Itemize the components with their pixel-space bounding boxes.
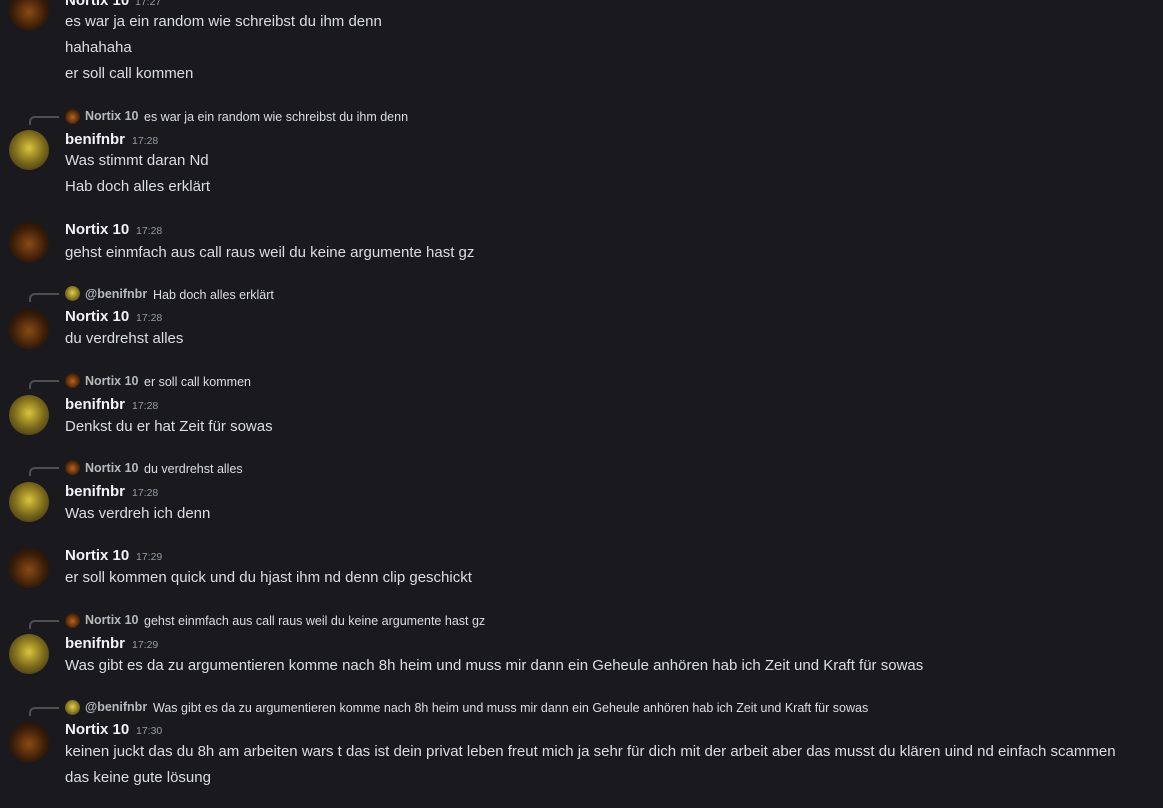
reply-preview[interactable]: gehst einmfach aus call raus weil du kei… [144,614,485,629]
chat-message-list: Nortix 10 17:27 es war ja ein random wie… [0,0,1163,808]
reply-preview[interactable]: Hab doch alles erklärt [153,288,274,303]
avatar[interactable] [9,482,49,522]
message-timestamp: 17:29 [136,551,163,563]
reply-preview[interactable]: er soll call kommen [144,375,251,390]
message-timestamp: 17:28 [136,312,163,324]
avatar[interactable] [9,634,49,674]
message-author[interactable]: Nortix 10 [65,720,129,740]
message-text: Was gibt es da zu argumentieren komme na… [65,657,924,674]
message-timestamp: 17:28 [136,225,163,237]
avatar[interactable] [9,722,49,762]
reply-connector [29,467,59,476]
message-text: keinen juckt das du 8h am arbeiten wars … [65,743,1116,760]
reply-connector [29,293,59,302]
message-author[interactable]: Nortix 10 [65,546,129,566]
reply-author[interactable]: @benifnbr [85,287,147,302]
message-text: Hab doch alles erklärt [65,178,211,195]
reply-connector [29,116,59,125]
reply-avatar [65,286,80,301]
avatar[interactable] [9,395,49,435]
message-author[interactable]: benifnbr [65,634,125,654]
message-text: Denkst du er hat Zeit für sowas [65,418,273,435]
message-text: du verdrehst alles [65,330,184,347]
message-text: hahahaha [65,39,132,56]
reply-avatar [65,613,80,628]
reply-connector [29,707,59,716]
message-text: es war ja ein random wie schreibst du ih… [65,13,382,30]
message-text: das keine gute lösung [65,769,211,786]
message-text: Was stimmt daran Nd [65,152,209,169]
message-text: Was verdreh ich denn [65,505,211,522]
reply-preview[interactable]: du verdrehst alles [144,462,243,477]
reply-preview[interactable]: Was gibt es da zu argumentieren komme na… [153,701,868,716]
message-author[interactable]: Nortix 10 [65,0,129,11]
reply-author[interactable]: Nortix 10 [85,461,139,476]
message-timestamp: 17:28 [132,487,159,499]
reply-author[interactable]: Nortix 10 [85,374,139,389]
message-author[interactable]: benifnbr [65,130,125,150]
reply-author[interactable]: Nortix 10 [85,613,139,628]
reply-preview[interactable]: es war ja ein random wie schreibst du ih… [144,110,408,125]
avatar[interactable] [9,130,49,170]
reply-avatar [65,700,80,715]
message-author[interactable]: Nortix 10 [65,220,129,240]
reply-author[interactable]: @benifnbr [85,700,147,715]
message-text: er soll call kommen [65,65,194,82]
message-author[interactable]: benifnbr [65,395,125,415]
message-author[interactable]: benifnbr [65,482,125,502]
avatar[interactable] [9,548,49,588]
message-timestamp: 17:30 [136,725,163,737]
avatar[interactable] [9,309,49,349]
reply-connector [29,620,59,629]
avatar[interactable] [9,0,49,30]
message-timestamp: 17:29 [132,639,159,651]
reply-avatar [65,460,80,475]
message-timestamp: 17:27 [135,0,162,8]
message-timestamp: 17:28 [132,135,159,147]
message-timestamp: 17:28 [132,400,159,412]
message-text: gehst einmfach aus call raus weil du kei… [65,244,475,261]
reply-avatar [65,109,80,124]
message-text: er soll kommen quick und du hjast ihm nd… [65,569,472,586]
reply-author[interactable]: Nortix 10 [85,109,139,124]
reply-connector [29,380,59,389]
avatar[interactable] [9,222,49,262]
message-author[interactable]: Nortix 10 [65,307,129,327]
reply-avatar [65,373,80,388]
